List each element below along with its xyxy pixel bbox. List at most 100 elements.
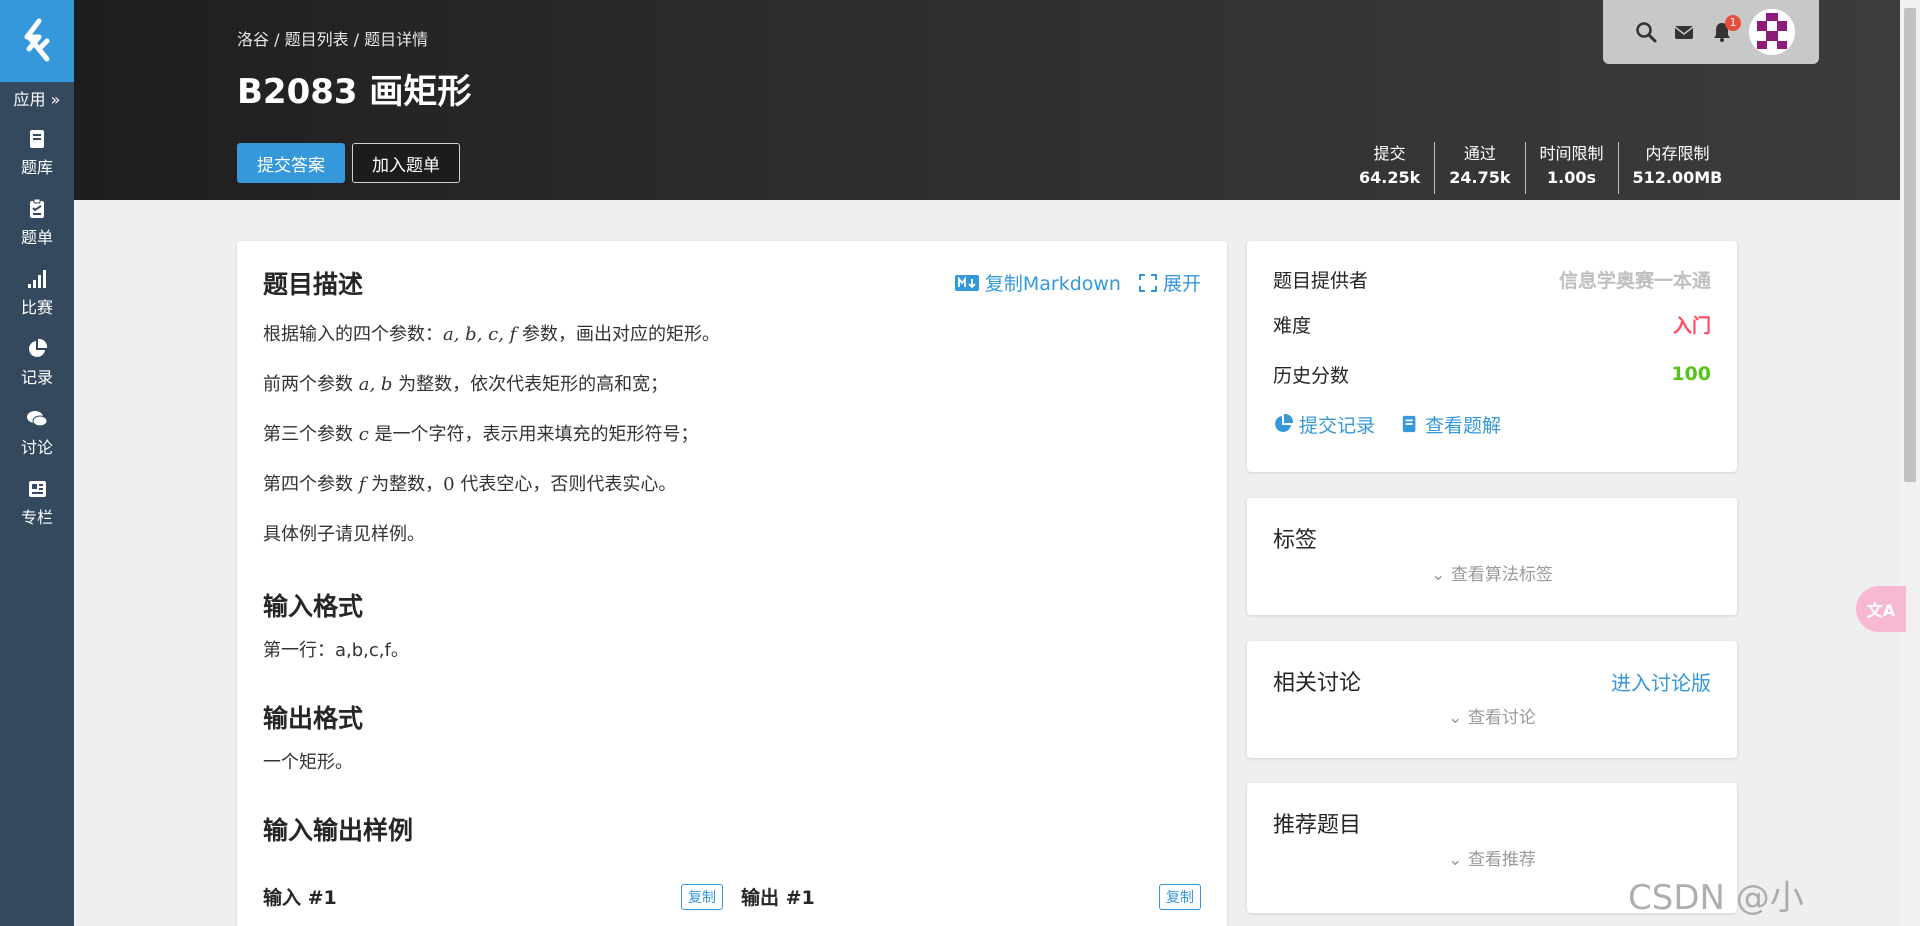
luogu-logo[interactable] (0, 0, 74, 82)
submit-answer-button[interactable]: 提交答案 (237, 143, 345, 183)
info-difficulty: 难度 入门 (1273, 299, 1711, 349)
section-title-samples: 输入输出样例 (263, 816, 414, 845)
discussion-header: 相关讨论 进入讨论版 (1273, 665, 1711, 697)
input-format-text: 第一行：a,b,c,f。 (263, 640, 409, 661)
problem-tools: 复制Markdown 展开 (954, 269, 1201, 296)
copy-markdown-button[interactable]: 复制Markdown (954, 269, 1121, 296)
sample-output-title: 输出 #1 (741, 887, 815, 909)
toggle-label: 查看推荐 (1467, 850, 1536, 870)
book-icon (1402, 415, 1416, 433)
scrollbar-thumb[interactable] (1904, 8, 1916, 482)
recommend-header: 推荐题目 (1273, 807, 1711, 839)
sidebar-item-blog[interactable]: 专栏 (0, 468, 74, 538)
stat-label: 内存限制 (1645, 144, 1710, 163)
view-recommend-toggle[interactable]: ⌄ 查看推荐 (1273, 845, 1711, 870)
view-tags-toggle[interactable]: ⌄ 查看算法标签 (1273, 560, 1711, 585)
provider-link[interactable]: 信息学奥赛一本通 (1559, 266, 1711, 293)
problem-header: 洛谷 / 题目列表 / 题目详情 B2083 画矩形 提交答案 加入题单 提交 … (74, 0, 1900, 200)
add-to-list-button[interactable]: 加入题单 (352, 143, 460, 183)
copy-output-button[interactable]: 复制 (1159, 883, 1201, 910)
stat-memory-limit: 内存限制 512.00MB (1617, 142, 1737, 194)
input-format-section: 输入格式 第一行：a,b,c,f。 (263, 587, 1201, 667)
submission-records-link[interactable]: 提交记录 (1273, 411, 1375, 438)
logo-icon (24, 18, 50, 62)
markdown-icon (954, 274, 979, 291)
discussion-card: 相关讨论 进入讨论版 ⌄ 查看讨论 (1247, 641, 1737, 758)
sample-output-header: 输出 #1 复制 (741, 883, 1201, 910)
card-title: 标签 (1273, 528, 1318, 553)
link-label: 查看题解 (1425, 414, 1502, 437)
avatar[interactable] (1749, 9, 1795, 55)
problem-stats: 提交 64.25k 通过 24.75k 时间限制 1.00s 内存限制 512.… (1345, 142, 1736, 194)
stat-label: 提交 (1373, 144, 1406, 163)
math-inline: 0 (443, 474, 455, 495)
samples-section: 输入输出样例 (263, 811, 1201, 847)
text: 第四个参数 (263, 474, 359, 495)
info-provider: 题目提供者 信息学奥赛一本通 (1273, 259, 1711, 299)
chevron-down-icon: ⌄ (1448, 850, 1463, 870)
description-paragraph: 具体例子请见样例。 (263, 524, 425, 545)
sample-input-title: 输入 #1 (263, 887, 337, 909)
expand-label: 展开 (1162, 273, 1201, 295)
copy-markdown-label: 复制Markdown (984, 273, 1121, 295)
sidebar-item-records[interactable]: 记录 (0, 328, 74, 398)
notification-badge: 1 (1725, 15, 1741, 31)
stat-value: 24.75k (1449, 168, 1511, 187)
sidebar-item-discuss[interactable]: 讨论 (0, 398, 74, 468)
math-inline: a, b (358, 374, 393, 395)
search-icon[interactable] (1635, 21, 1657, 43)
sidebar: 应用 » 题库 题单 比赛 记录 讨论 专栏 (0, 0, 74, 926)
text: 为整数， (365, 474, 444, 495)
stat-label: 通过 (1463, 144, 1496, 163)
sample-input-header: 输入 #1 复制 (263, 883, 723, 910)
stat-value: 64.25k (1359, 168, 1421, 187)
translate-button[interactable]: 文A (1856, 586, 1906, 632)
newspaper-icon (29, 481, 46, 497)
enter-discussion-link[interactable]: 进入讨论版 (1611, 667, 1711, 696)
text: 根据输入的四个参数： (263, 324, 443, 345)
math-inline: c (358, 424, 369, 445)
sidebar-item-label: 记录 (20, 368, 53, 387)
section-title-output: 输出格式 (263, 704, 364, 733)
text: 为整数，依次代表矩形的高和宽； (392, 374, 669, 395)
toggle-label: 查看算法标签 (1450, 565, 1553, 585)
breadcrumb[interactable]: 洛谷 / 题目列表 / 题目详情 (237, 26, 428, 50)
info-links: 提交记录 查看题解 (1273, 399, 1711, 449)
problem-info-card: 题目提供者 信息学奥赛一本通 难度 入门 历史分数 100 提交记录 查看题解 (1247, 241, 1737, 472)
output-format-section: 输出格式 一个矩形。 (263, 699, 1201, 779)
info-score: 历史分数 100 (1273, 349, 1711, 399)
view-discussion-toggle[interactable]: ⌄ 查看讨论 (1273, 703, 1711, 728)
view-solutions-link[interactable]: 查看题解 (1401, 411, 1501, 438)
description-paragraph: 根据输入的四个参数：a, b, c, f 参数，画出对应的矩形。 (263, 319, 1201, 351)
card-title: 推荐题目 (1273, 813, 1362, 838)
sidebar-item-label: 讨论 (20, 438, 53, 457)
stat-value: 1.00s (1547, 168, 1596, 187)
tags-title: 标签 (1273, 522, 1711, 554)
difficulty-value: 入门 (1672, 314, 1711, 337)
bell-icon[interactable]: 1 (1711, 15, 1741, 43)
problem-card: 题目描述 复制Markdown 展开 根据输入的四个参数：a, b, c, f … (237, 241, 1227, 926)
pie-icon (29, 338, 48, 357)
sidebar-item-contests[interactable]: 比赛 (0, 258, 74, 328)
tags-card: 标签 ⌄ 查看算法标签 (1247, 498, 1737, 615)
expand-button[interactable]: 展开 (1138, 269, 1201, 296)
card-title: 相关讨论 (1273, 671, 1362, 696)
page-title: B2083 画矩形 (237, 72, 472, 112)
pie-icon (1275, 414, 1293, 432)
expand-icon (1138, 273, 1157, 292)
chevron-down-icon: ⌄ (1448, 708, 1463, 728)
clipboard-icon (30, 198, 44, 218)
copy-input-button[interactable]: 复制 (681, 883, 723, 910)
sidebar-item-lists[interactable]: 题单 (0, 188, 74, 258)
sidebar-item-problems[interactable]: 题库 (0, 118, 74, 188)
info-key: 难度 (1273, 314, 1312, 337)
watermark: CSDN @小 (1628, 878, 1804, 918)
stat-value: 512.00MB (1632, 168, 1723, 187)
text: 前两个参数 (263, 374, 359, 395)
page-scrollbar[interactable] (1900, 0, 1920, 926)
text: 代表空心，否则代表实心。 (454, 474, 677, 495)
app-menu-toggle[interactable]: 应用 » (0, 82, 74, 118)
link-label: 提交记录 (1299, 414, 1376, 437)
mail-icon[interactable] (1673, 21, 1695, 43)
signal-icon (28, 270, 46, 288)
